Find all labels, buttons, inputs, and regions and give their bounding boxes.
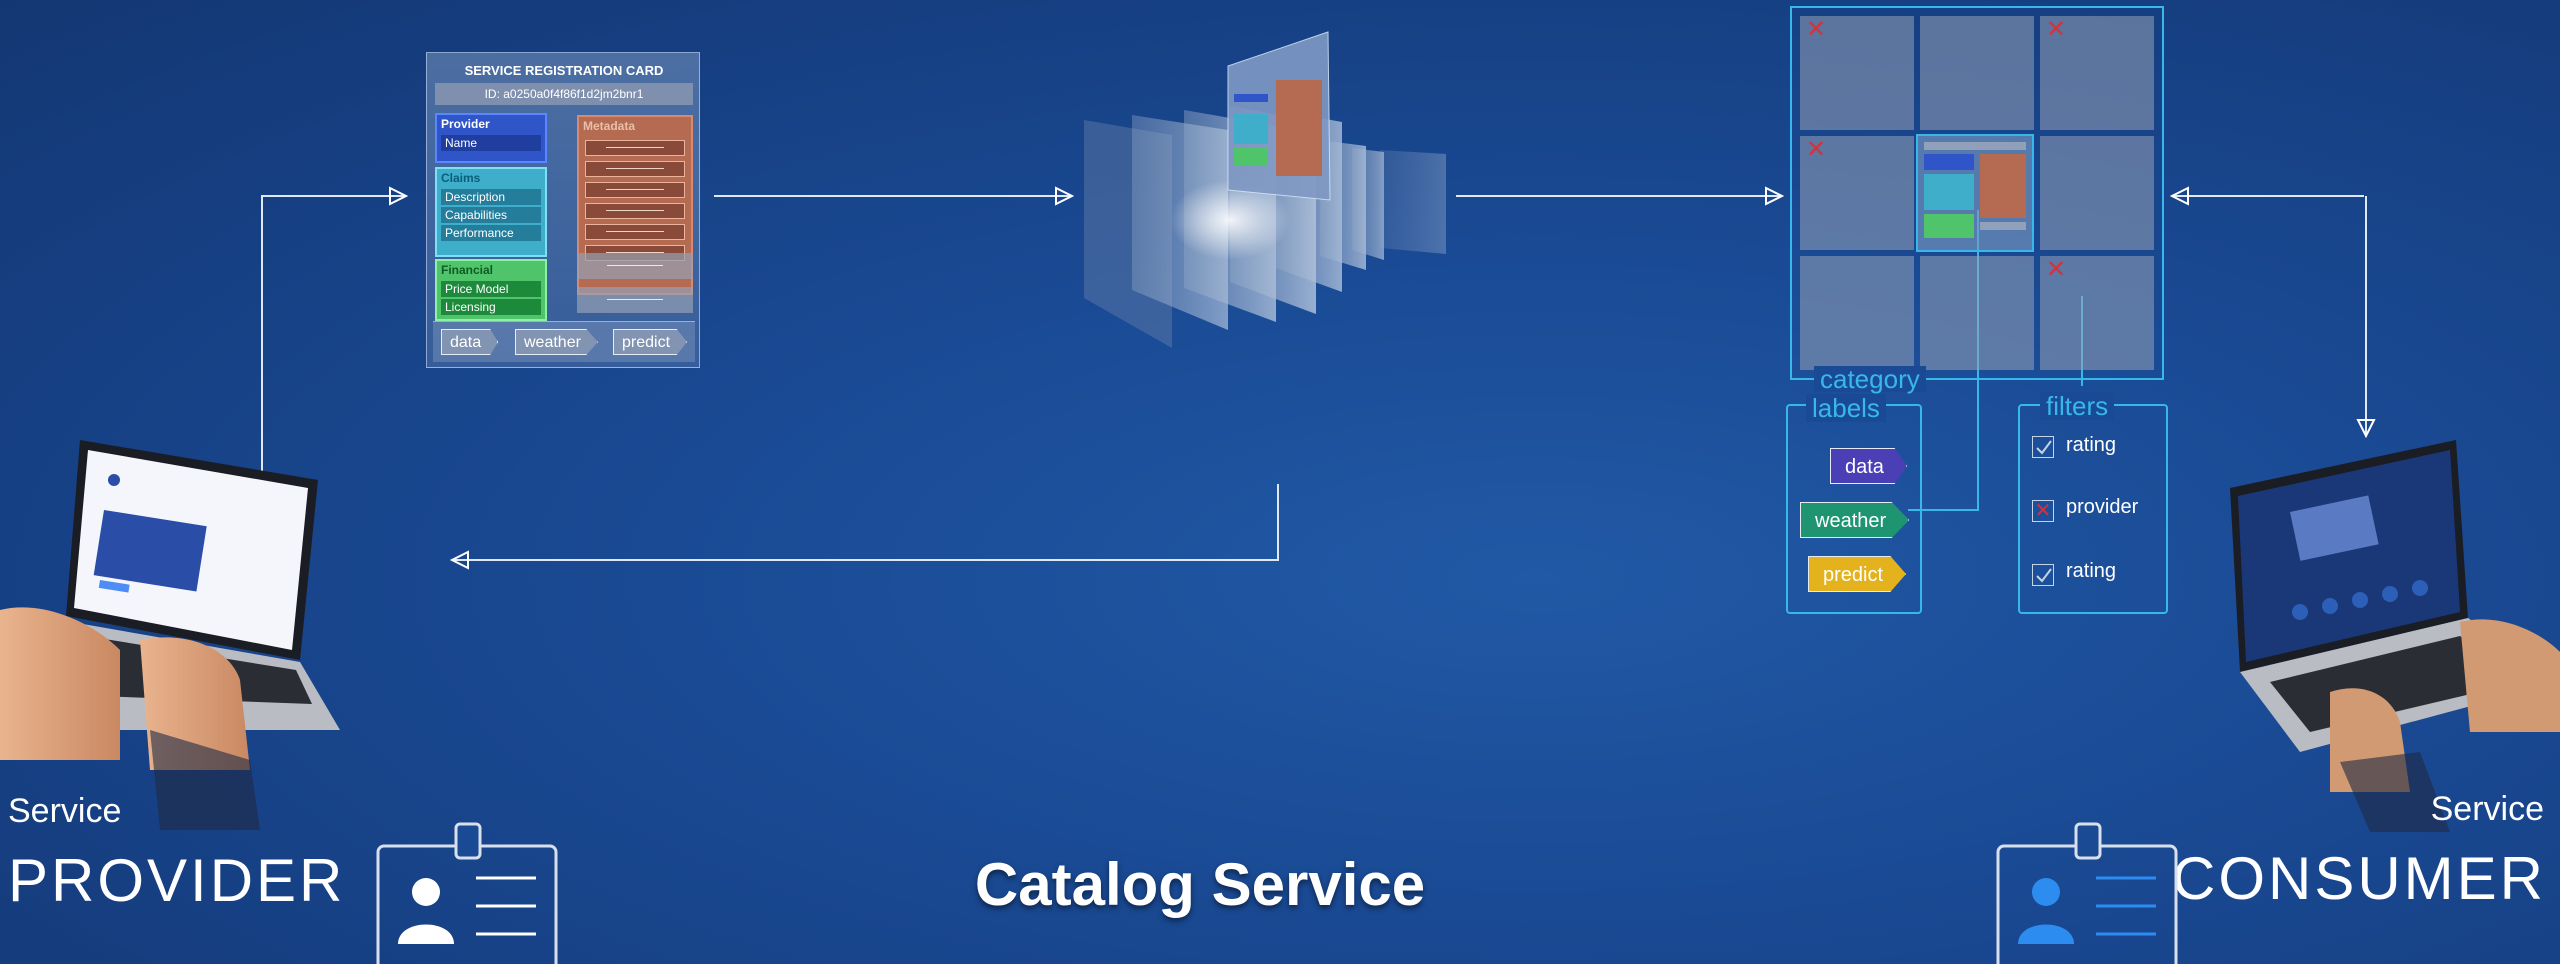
field-name: Name — [441, 135, 541, 151]
feedback-arrow — [452, 484, 1279, 560]
filter-checkbox-provider[interactable]: ✕ — [2032, 500, 2054, 522]
labels-title: labels — [1806, 394, 1886, 422]
field-price-model: Price Model — [441, 281, 541, 297]
tag-weather: weather — [515, 329, 598, 355]
floating-card-icon — [1227, 31, 1331, 201]
grid-cell: ✕ — [2040, 16, 2154, 130]
field-capabilities: Capabilities — [441, 207, 541, 223]
tag-predict: predict — [613, 329, 688, 355]
cross-icon: ✕ — [2046, 256, 2067, 283]
grid-cell — [2040, 136, 2154, 250]
provider-caption-big: PROVIDER — [8, 847, 346, 914]
filter-label: provider — [2066, 496, 2139, 518]
cross-icon: ✕ — [2046, 16, 2067, 43]
provider-laptop-illustration — [0, 440, 340, 830]
field-description: Description — [441, 189, 541, 205]
tag-data: data — [441, 329, 499, 355]
provider-id-badge-icon — [376, 822, 558, 964]
card-title: SERVICE REGISTRATION CARD — [464, 63, 664, 78]
processing-layers-graphic — [1084, 31, 1446, 348]
cross-icon: ✕ — [2034, 500, 2052, 522]
consumer-caption-big: CONSUMER — [2171, 845, 2546, 912]
grid-cell — [1920, 256, 2034, 370]
card-tags: data weather predict — [433, 321, 695, 362]
selected-service-card — [1916, 134, 2034, 252]
checkmark-icon — [2036, 440, 2052, 455]
provider-group: Provider Name — [435, 113, 547, 163]
filters-title: filters — [2040, 392, 2115, 420]
grid-cell — [1800, 256, 1914, 370]
claims-group: Claims Description Capabilities Performa… — [435, 167, 547, 257]
category-label: category — [1814, 366, 1926, 392]
field-licensing: Licensing — [441, 299, 541, 315]
label-predict[interactable]: predict — [1808, 556, 1907, 592]
cross-icon: ✕ — [1806, 16, 1827, 43]
label-weather[interactable]: weather — [1800, 502, 1910, 538]
grid-cell: ✕ — [1800, 16, 1914, 130]
cross-icon: ✕ — [1806, 136, 1827, 163]
service-registration-card: SERVICE REGISTRATION CARD ID: a0250a0f4f… — [426, 52, 700, 368]
consumer-caption-small: Service — [2430, 790, 2544, 828]
grid-cell: ✕ — [1800, 136, 1914, 250]
consumer-id-badge-icon — [1996, 822, 2178, 964]
filter-label: rating — [2066, 434, 2117, 456]
checkmark-icon — [2036, 568, 2052, 583]
field-performance: Performance — [441, 225, 541, 241]
label-data[interactable]: data — [1830, 448, 1907, 484]
filter-checkbox-rating-2[interactable] — [2032, 564, 2054, 586]
filter-checkbox-rating[interactable] — [2032, 436, 2054, 458]
filter-label: rating — [2066, 560, 2117, 582]
financial-group: Financial Price Model Licensing — [435, 259, 547, 321]
grid-cell — [1920, 16, 2034, 130]
card-id: ID: a0250a0f4f86f1d2jm2bnr1 — [435, 83, 693, 105]
grid-cell: ✕ — [2040, 256, 2154, 370]
catalog-service-title: Catalog Service — [974, 851, 1426, 918]
consumer-laptop-illustration — [2230, 440, 2560, 832]
provider-caption-small: Service — [8, 792, 122, 830]
